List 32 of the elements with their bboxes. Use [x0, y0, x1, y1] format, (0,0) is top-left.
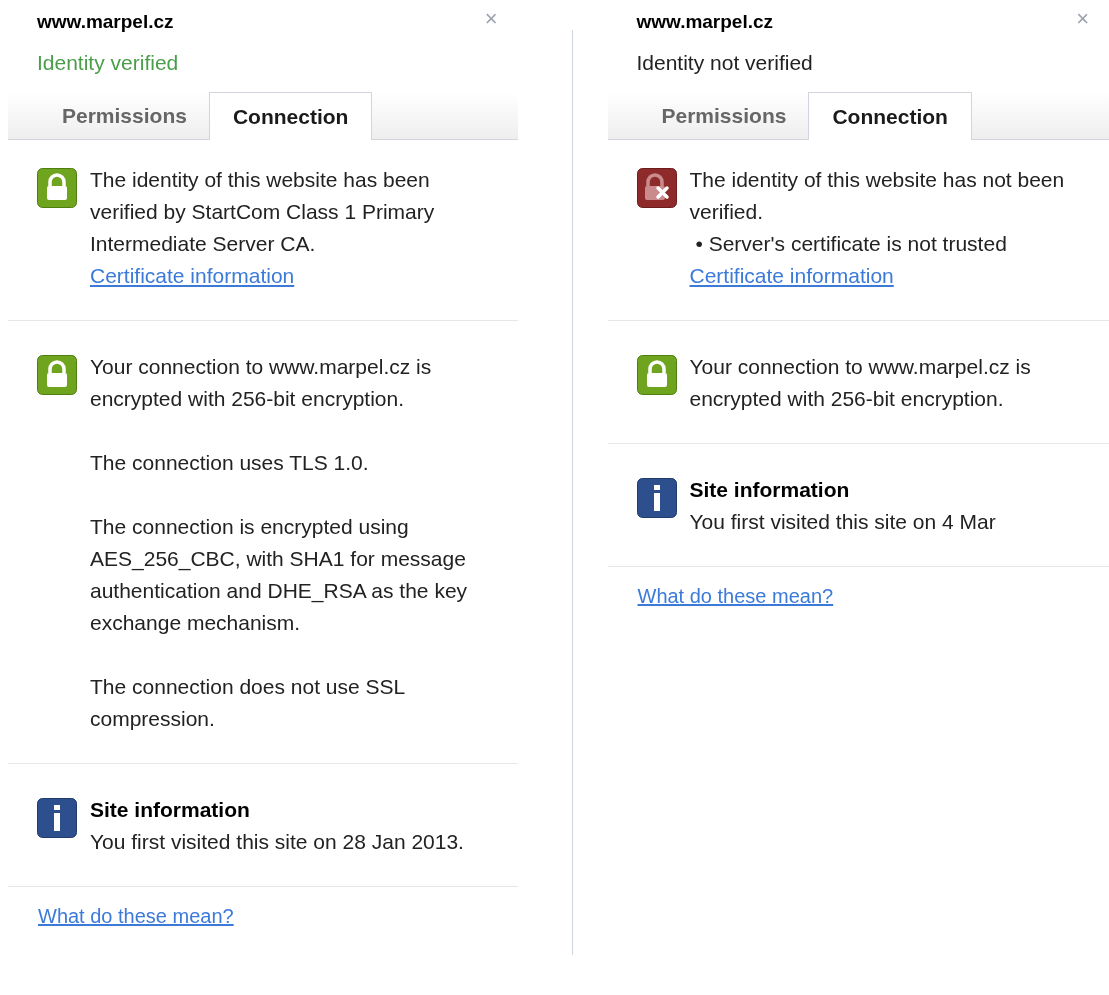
- tab[interactable]: Permissions: [40, 92, 209, 139]
- section-text: Your connection to www.marpel.cz is encrypted with 256-bit encryption.: [90, 354, 433, 412]
- site-title: www.marpel.cz: [636, 10, 774, 34]
- padlock-icon: [636, 355, 677, 395]
- section-text: The connection does not use SSL compression.: [90, 674, 406, 732]
- section-text: The identity of this website has been verified by StartCom Class 1 Primary Intermediate Server CA.: [90, 167, 436, 257]
- info-icon: [37, 798, 77, 838]
- certificate-link[interactable]: Certificate information: [90, 260, 295, 292]
- padlock-icon: [37, 168, 77, 208]
- identity-status: Identity not verified: [635, 49, 814, 76]
- close-button[interactable]: ×: [1076, 8, 1089, 30]
- section-text: You first visited this site on 4 Mar: [689, 509, 997, 535]
- section-text: You first visited this site on 28 Jan 2013.: [90, 829, 465, 855]
- tab[interactable]: Connection: [808, 92, 972, 140]
- info-icon: [636, 478, 677, 518]
- section-text: Your connection to www.marpel.cz is encrypted with 256-bit encryption.: [689, 354, 1032, 412]
- section-text: The connection uses TLS 1.0.: [90, 450, 370, 476]
- section-text: The identity of this website has not been verified.: [689, 167, 1066, 225]
- site-title: www.marpel.cz: [37, 10, 174, 34]
- help-link[interactable]: What do these mean?: [637, 581, 834, 611]
- section-heading: Site information: [90, 797, 251, 823]
- tab[interactable]: Permissions: [639, 92, 809, 139]
- section-text: • Server's certificate is not trusted: [694, 231, 1008, 257]
- padlock-error-icon: [636, 168, 677, 208]
- identity-status: Identity verified: [36, 49, 180, 76]
- close-button[interactable]: ×: [484, 8, 498, 30]
- section-heading: Site information: [689, 477, 851, 503]
- certificate-link[interactable]: Certificate information: [689, 260, 894, 292]
- help-link[interactable]: What do these mean?: [38, 901, 234, 931]
- padlock-icon: [37, 355, 77, 395]
- tab[interactable]: Connection: [208, 92, 373, 140]
- section-text: The connection is encrypted using AES_256_CBC, with SHA1 for message authentication and DHE_RSA as the key exchange mechanism.: [90, 514, 469, 636]
